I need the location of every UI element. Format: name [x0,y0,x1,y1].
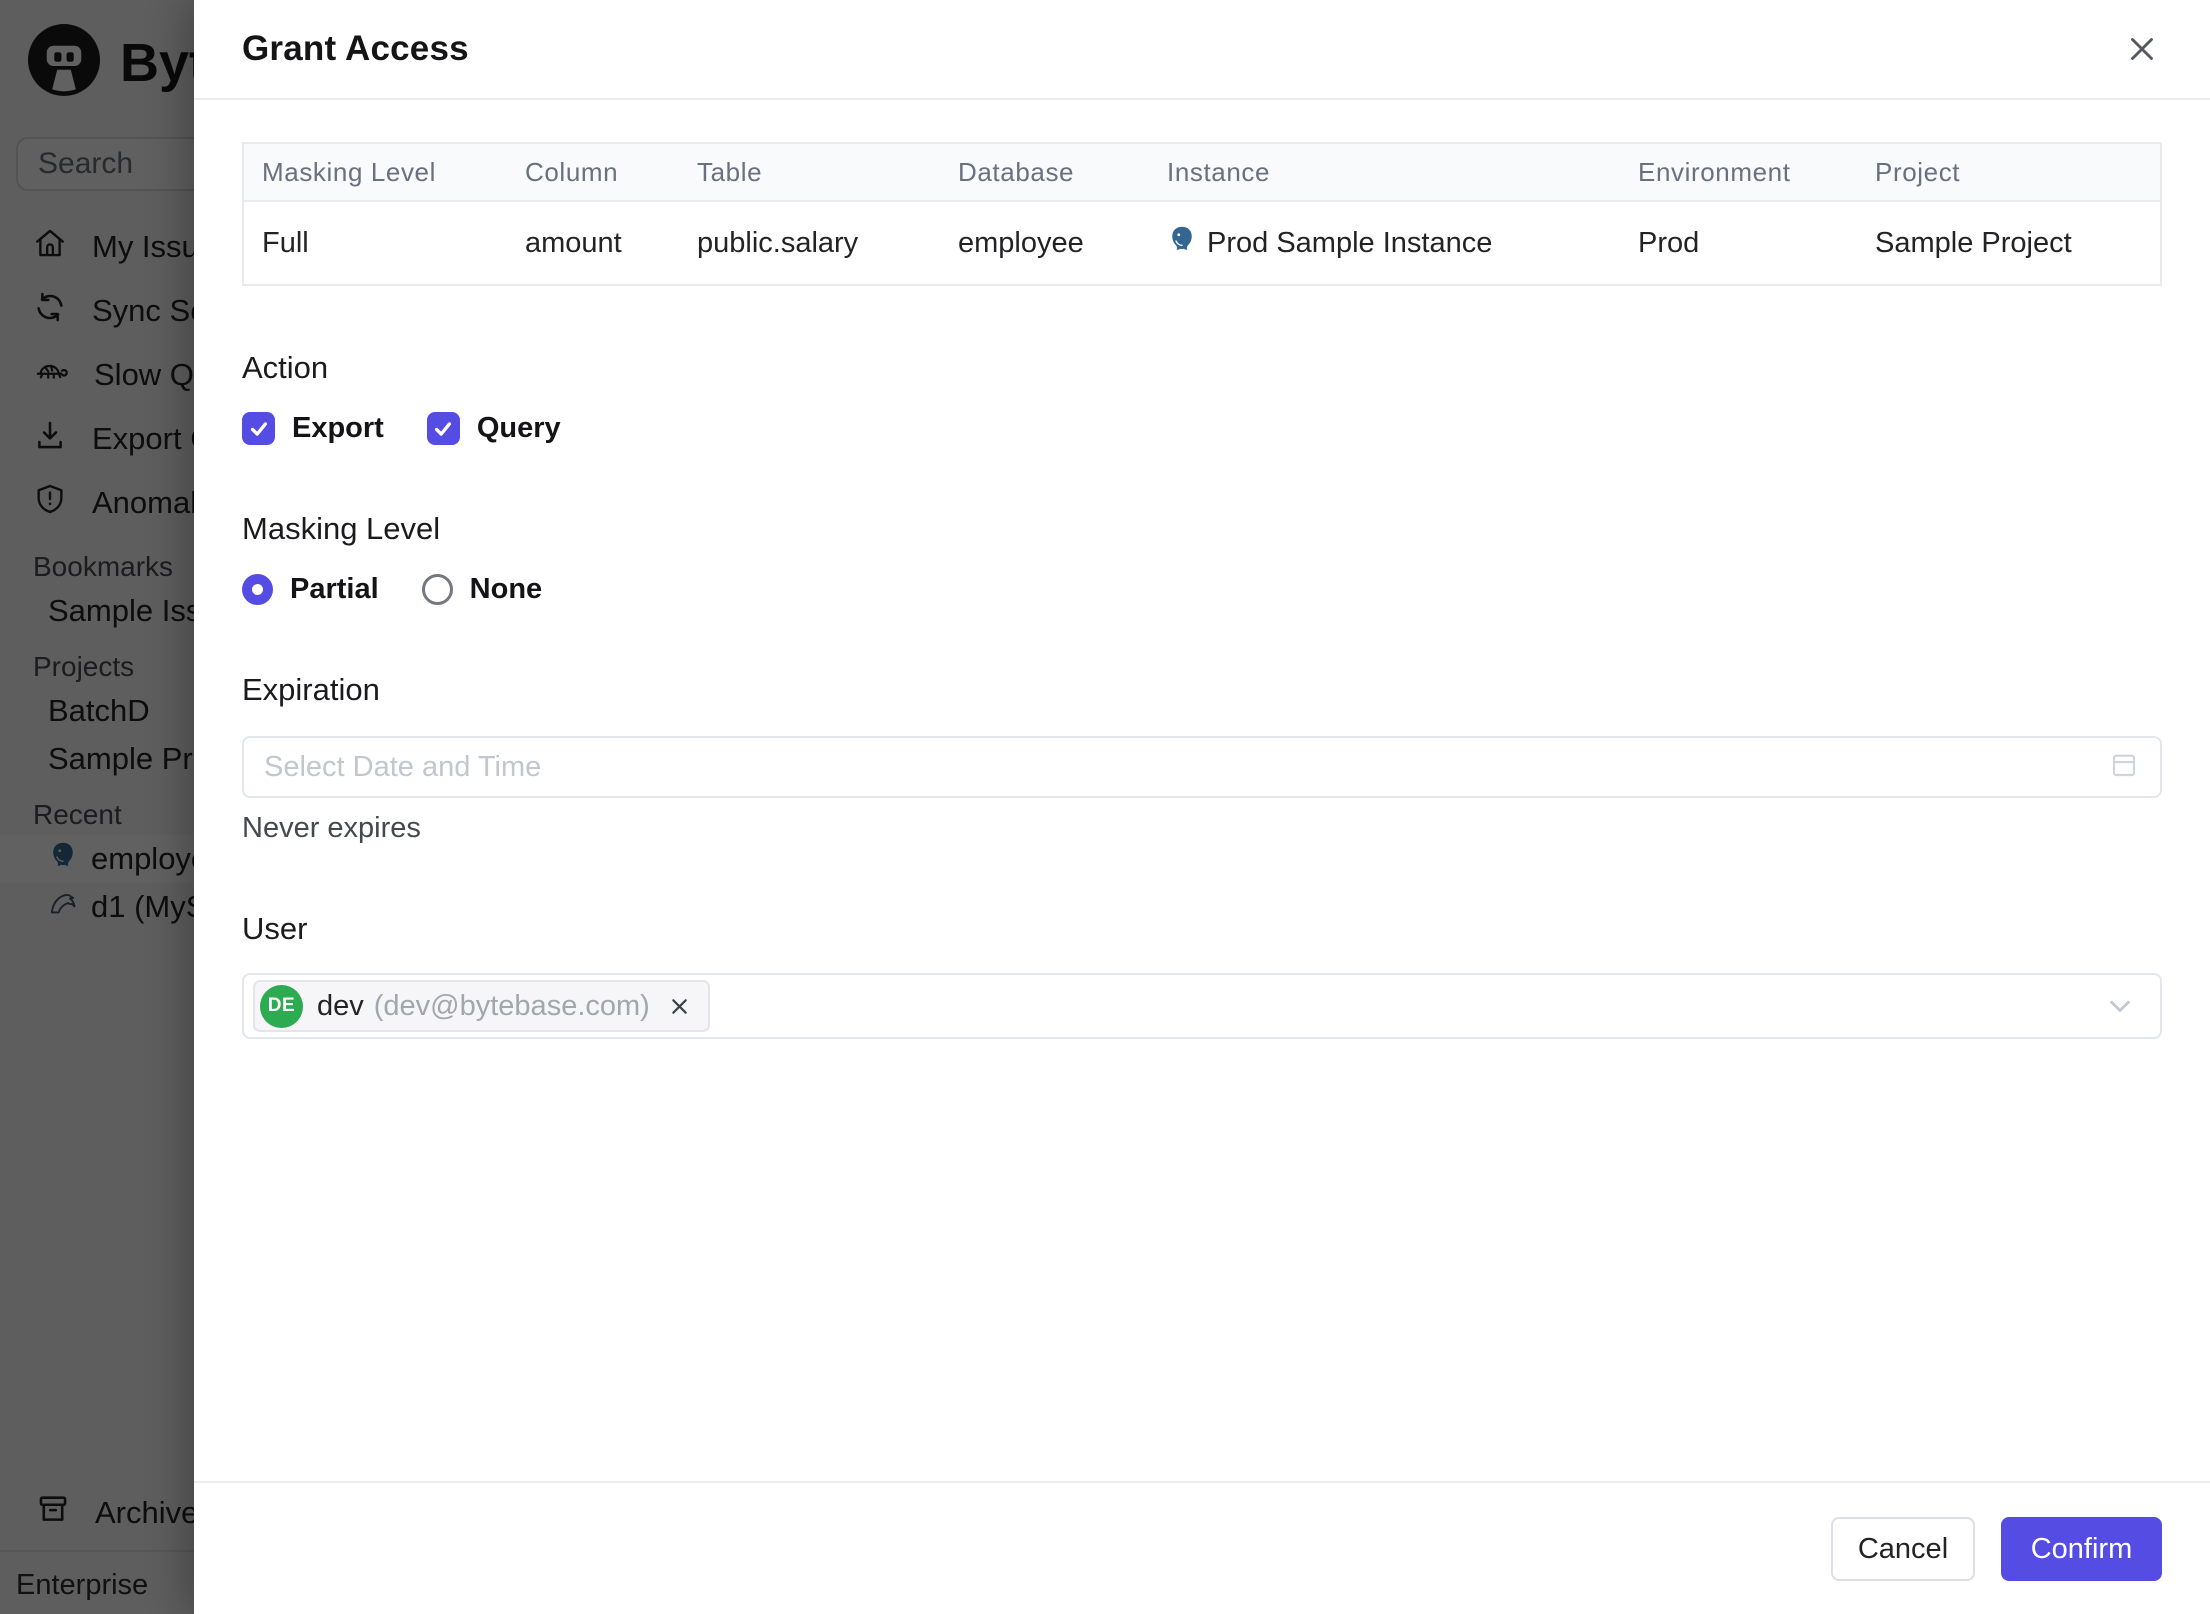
col-header-table: Table [679,143,940,202]
table-header-row: Masking Level Column Table Database Inst… [243,143,2161,202]
col-header-database: Database [940,143,1149,202]
none-radio-item: None [421,573,543,606]
cell-environment: Prod [1638,226,1700,259]
export-checkbox-label: Export [292,412,384,444]
grant-access-modal: Grant Access Masking Level Column Table [194,0,2210,1614]
user-email: (dev@bytebase.com) [373,989,650,1022]
grant-target-table: Masking Level Column Table Database Inst… [242,142,2162,286]
expiration-heading: Expiration [242,672,380,707]
export-checkbox[interactable] [242,412,275,445]
cell-project: Sample Project [1875,226,2072,259]
close-icon[interactable] [2120,27,2164,71]
partial-radio-item: Partial [242,573,379,606]
col-header-masking-level: Masking Level [243,143,507,202]
app-root: Bytebase My Issues [0,0,2210,1614]
export-checkbox-item: Export [242,412,384,445]
partial-radio-label: Partial [290,573,379,605]
col-header-project: Project [1857,143,2161,202]
cell-masking-level: Full [262,226,309,259]
action-options: Export Query [242,412,2162,445]
masking-level-options: Partial None [242,573,2162,606]
user-heading: User [242,911,308,946]
user-name: dev [317,989,364,1022]
modal-title: Grant Access [242,29,469,68]
instance-name: Prod Sample Instance [1207,226,1493,259]
table-row: Full amount public.salary employee Prod … [243,201,2161,285]
query-checkbox-item: Query [426,412,561,445]
avatar: DE [260,984,303,1028]
modal-footer: Cancel Confirm [194,1481,2210,1614]
partial-radio[interactable] [242,574,273,605]
modal-header: Grant Access [194,0,2210,100]
col-header-instance: Instance [1149,143,1620,202]
cell-instance: Prod Sample Instance [1149,201,1620,285]
calendar-icon[interactable] [2108,749,2140,786]
chevron-down-icon[interactable] [2102,988,2138,1024]
user-tag: DE dev (dev@bytebase.com) [253,980,710,1032]
expiration-date-input[interactable] [264,750,2108,784]
cancel-button[interactable]: Cancel [1831,1517,1975,1581]
cell-database: employee [958,226,1084,259]
expiration-date-picker[interactable] [242,736,2162,798]
query-checkbox[interactable] [426,412,460,445]
masking-level-heading: Masking Level [242,511,441,546]
action-heading: Action [242,350,329,385]
query-checkbox-label: Query [476,412,561,444]
modal-body: Masking Level Column Table Database Inst… [194,142,2210,1039]
remove-user-icon[interactable] [666,993,693,1020]
confirm-button[interactable]: Confirm [2001,1517,2162,1581]
col-header-environment: Environment [1620,143,1857,202]
none-radio-label: None [469,573,543,605]
cell-column: amount [525,226,622,259]
postgres-icon [1167,224,1197,262]
col-header-column: Column [507,143,679,202]
none-radio[interactable] [421,574,453,605]
user-select[interactable]: DE dev (dev@bytebase.com) [242,973,2162,1039]
never-expires-note: Never expires [242,812,421,844]
cell-table: public.salary [697,226,859,259]
